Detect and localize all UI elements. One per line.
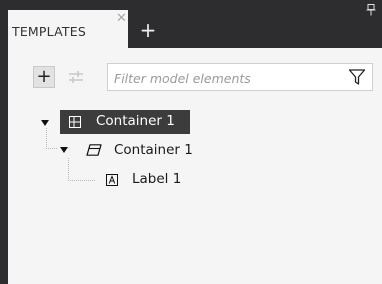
filter-field	[107, 63, 373, 91]
tab-bar: TEMPLATES ✕ +	[0, 0, 382, 50]
tree-item-container-child[interactable]: Container 1	[56, 141, 216, 161]
grid-container-icon	[69, 116, 81, 128]
tree-guide-line	[68, 158, 95, 181]
pin-icon[interactable]	[366, 4, 376, 16]
tree-item-label-1[interactable]: Label 1	[100, 170, 220, 190]
tree-item-label: Container 1	[96, 113, 175, 129]
tab-templates-label: TEMPLATES	[12, 24, 86, 39]
filter-input[interactable]	[112, 66, 344, 90]
expand-caret-icon[interactable]	[41, 120, 49, 126]
box-container-icon	[86, 144, 102, 156]
tree-item-container-root[interactable]: Container 1	[41, 110, 190, 134]
filter-toggle-icon	[69, 71, 83, 83]
label-icon	[106, 174, 118, 186]
filter-toggle-button[interactable]	[65, 66, 87, 88]
tree-item-label: Container 1	[114, 142, 193, 158]
expand-caret-icon[interactable]	[60, 147, 68, 153]
tree-item-label: Label 1	[132, 171, 182, 187]
close-icon[interactable]: ✕	[116, 12, 127, 25]
new-tab-button[interactable]: +	[138, 18, 158, 42]
funnel-icon[interactable]	[348, 68, 366, 86]
add-button[interactable]: +	[33, 66, 55, 88]
